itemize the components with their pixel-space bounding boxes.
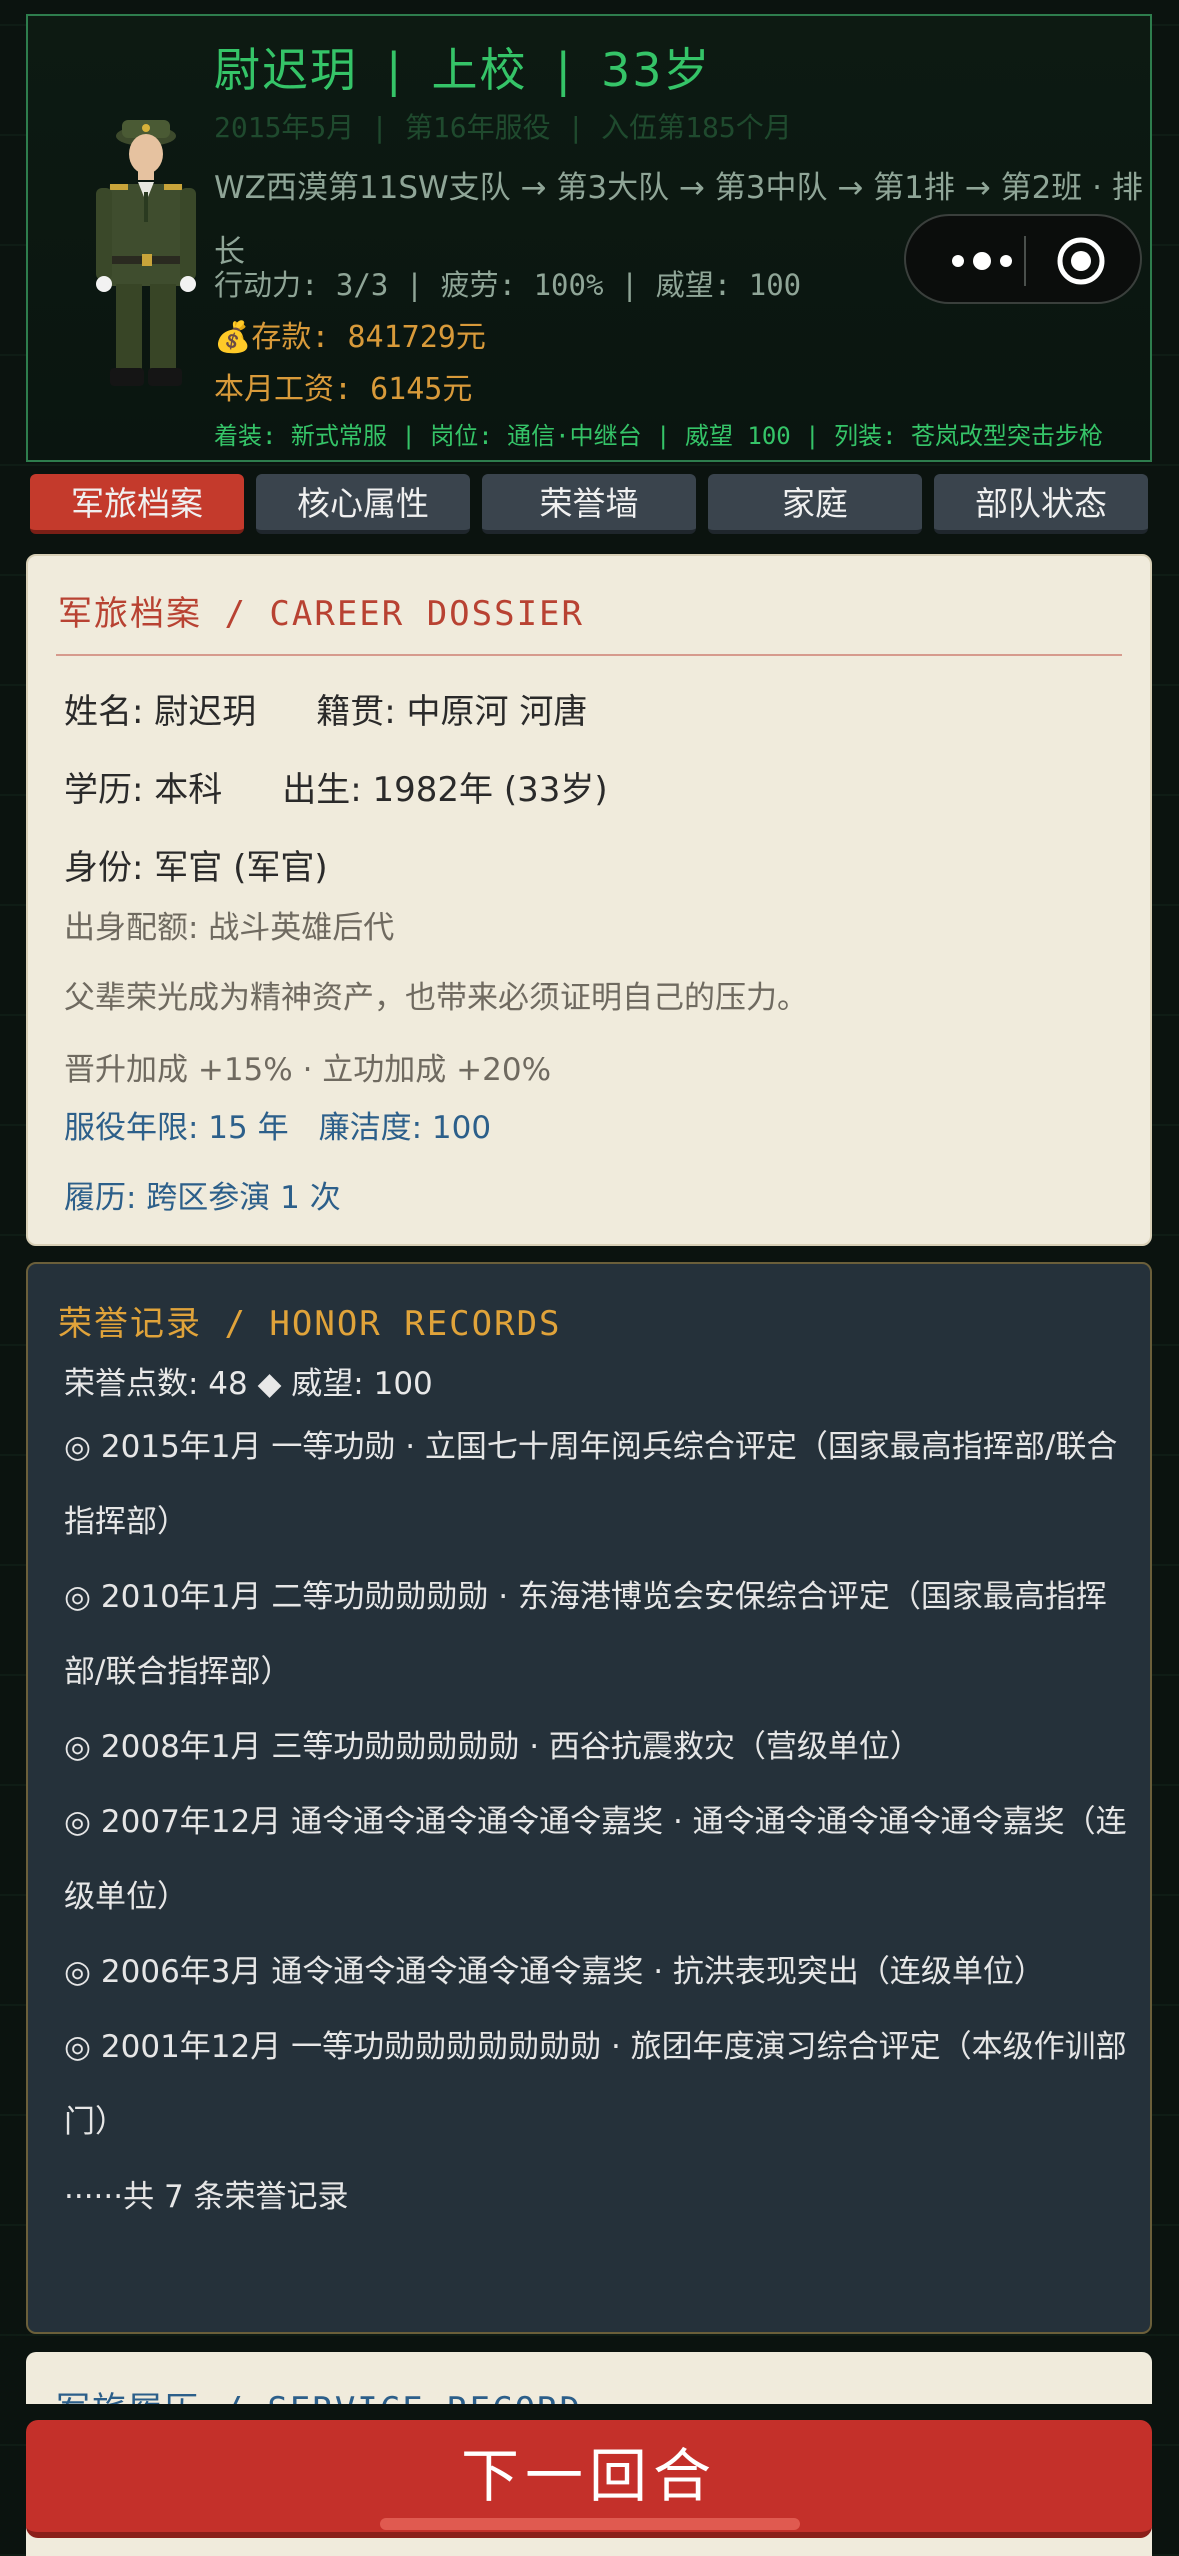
honor-record: ◎ 2007年12月 通令通令通令通令通令嘉奖 · 通令通令通令通令通令嘉奖（连… — [64, 1804, 1127, 1915]
home-indicator[interactable] — [380, 2518, 800, 2530]
profile-age: 33岁 — [601, 43, 712, 97]
service-integrity-row: 服役年限: 15 年廉洁度: 100 — [64, 1102, 491, 1147]
name-origin-row: 姓名: 尉迟玥 籍贯: 中原河 河唐 — [64, 684, 587, 733]
more-dots-icon[interactable] — [942, 246, 1022, 276]
mini-program-capsule — [904, 214, 1142, 304]
honor-more-link[interactable]: ······共 7 条荣誉记录 — [64, 2160, 1134, 2235]
history-field: 履历: 跨区参演 1 次 — [64, 1180, 341, 1216]
honor-record: ◎ 2008年1月 三等功勋勋勋勋勋 · 西谷抗震救灾（营级单位） — [64, 1729, 921, 1765]
tab-honor-wall[interactable]: 荣誉墙 — [482, 474, 696, 534]
dossier-divider — [56, 654, 1122, 656]
background-field: 出身配额: 战斗英雄后代 — [64, 910, 395, 946]
honor-record: ◎ 2001年12月 一等功勋勋勋勋勋勋勋 · 旅团年度演习综合评定（本级作训部… — [64, 2029, 1127, 2140]
career-dossier-card: 军旅档案 / CAREER DOSSIER 姓名: 尉迟玥 籍贯: 中原河 河唐 … — [26, 554, 1152, 1246]
service-years: 服役年限: 15 年 — [64, 1110, 289, 1146]
profile-rank: 上校 — [431, 43, 528, 97]
tab-career-dossier[interactable]: 军旅档案 — [30, 474, 244, 534]
honor-points: 荣誉点数: 48 ◆ 威望: 100 — [64, 1366, 433, 1402]
education-field: 学历: 本科 — [64, 770, 223, 810]
origin-field: 籍贯: 中原河 河唐 — [316, 692, 588, 732]
profile-header: 尉迟玥 | 上校 | 33岁 2015年5月 | 第16年服役 | 入伍第185个月 W… — [26, 14, 1152, 462]
equipment-line: 着装: 新式常服 | 岗位: 通信·中继台 | 威望 100 | 列装: 苍岚改… — [214, 422, 1103, 450]
capsule-divider — [1024, 236, 1026, 286]
honor-list: ◎ 2015年1月 一等功勋 · 立国七十周年阅兵综合评定（国家最高指挥部/联合… — [64, 1410, 1134, 2235]
integrity-score: 廉洁度: 100 — [318, 1110, 492, 1146]
tab-family[interactable]: 家庭 — [708, 474, 922, 534]
profile-name: 尉迟玥 — [214, 43, 358, 97]
identity-field: 身份: 军官 (军官) — [64, 848, 328, 888]
honor-title: 荣誉记录 / HONOR RECORDS — [58, 1304, 562, 1344]
bonus-line: 晋升加成 +15% · 立功加成 +20% — [64, 1052, 552, 1088]
dossier-title: 军旅档案 / CAREER DOSSIER — [58, 594, 584, 634]
savings-amount: 💰存款: 841729元 — [214, 320, 486, 355]
birth-field: 出生: 1982年 (33岁) — [282, 770, 608, 810]
education-birth-row: 学历: 本科 出生: 1982年 (33岁) — [64, 762, 608, 811]
honor-records-card: 荣誉记录 / HONOR RECORDS 荣誉点数: 48 ◆ 威望: 100 … — [26, 1262, 1152, 2334]
service-period: 2015年5月 | 第16年服役 | 入伍第185个月 — [214, 111, 792, 144]
tab-core-attributes[interactable]: 核心属性 — [256, 474, 470, 534]
honor-record: ◎ 2006年3月 通令通令通令通令通令嘉奖 · 抗洪表现突出（连级单位） — [64, 1954, 1045, 1990]
soldier-avatar — [96, 120, 196, 386]
background-description: 父辈荣光成为精神资产，也带来必须证明自己的压力。 — [64, 980, 808, 1016]
monthly-salary: 本月工资: 6145元 — [214, 372, 473, 407]
target-circle-icon[interactable] — [1056, 236, 1106, 286]
honor-record: ◎ 2010年1月 二等功勋勋勋勋 · 东海港博览会安保综合评定（国家最高指挥部… — [64, 1579, 1107, 1690]
tab-unit-status[interactable]: 部队状态 — [934, 474, 1148, 534]
honor-record: ◎ 2015年1月 一等功勋 · 立国七十周年阅兵综合评定（国家最高指挥部/联合… — [64, 1429, 1118, 1540]
name-field: 姓名: 尉迟玥 — [64, 692, 257, 732]
tab-bar: 军旅档案 核心属性 荣誉墙 家庭 部队状态 — [30, 474, 1150, 534]
action-stats: 行动力: 3/3 | 疲劳: 100% | 威望: 100 — [214, 268, 802, 302]
profile-title: 尉迟玥 | 上校 | 33岁 — [214, 43, 712, 97]
